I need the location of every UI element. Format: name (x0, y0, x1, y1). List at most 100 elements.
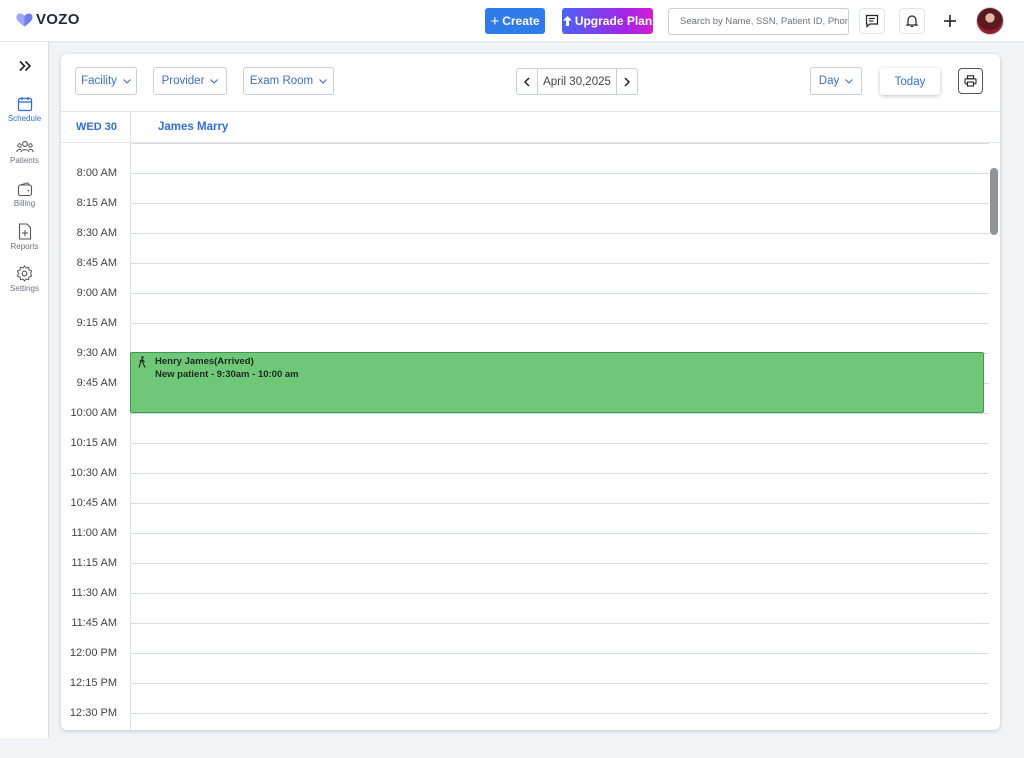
heart-logo-icon (16, 13, 33, 26)
provider-column-title: James Marry (158, 121, 229, 133)
chevron-right-icon (624, 76, 630, 87)
exam-room-label: Exam Room (249, 75, 314, 87)
printer-icon (964, 75, 977, 87)
current-date[interactable]: April 30,2025 (538, 69, 616, 94)
create-button[interactable]: + Create (485, 8, 545, 34)
previous-day-button[interactable] (517, 69, 538, 94)
chevron-down-icon (210, 78, 219, 84)
time-label: 12:00 PM (69, 647, 117, 659)
sidebar-expand-button[interactable] (14, 60, 36, 78)
plus-icon: + (490, 12, 500, 30)
appointment-block[interactable]: Henry James(Arrived) New patient - 9:30a… (130, 352, 984, 413)
next-day-button[interactable] (616, 69, 637, 94)
slot-line (131, 533, 989, 534)
time-label: 8:00 AM (76, 167, 117, 179)
arrow-up-icon (562, 16, 572, 26)
calendar-header: WED 30 James Marry (61, 112, 1000, 143)
sidebar-item-label: Schedule (7, 114, 42, 123)
time-label: 8:45 AM (76, 257, 117, 269)
time-label: 9:15 AM (76, 317, 117, 329)
slot-line (131, 233, 989, 234)
appointment-detail: New patient - 9:30am - 10:00 am (155, 369, 299, 380)
user-avatar[interactable] (976, 7, 1004, 35)
time-label: 8:15 AM (76, 197, 117, 209)
slot-line (131, 413, 989, 414)
sidebar-item-reports[interactable]: Reports (0, 223, 49, 251)
vertical-scrollbar[interactable] (990, 168, 998, 235)
time-label: 9:00 AM (76, 287, 117, 299)
facility-dropdown[interactable]: Facility (75, 67, 137, 95)
view-dropdown[interactable]: Day (810, 67, 862, 95)
create-label: Create (502, 14, 540, 28)
provider-label: Provider (161, 75, 205, 87)
plus-icon (944, 15, 956, 27)
print-button[interactable] (958, 68, 983, 94)
slot-line (131, 203, 989, 204)
sidebar-item-billing[interactable]: Billing (0, 182, 49, 208)
sidebar-item-label: Patients (10, 156, 39, 165)
facility-label: Facility (81, 75, 117, 87)
time-label: 10:45 AM (70, 497, 117, 509)
time-label: 12:30 PM (69, 707, 117, 719)
sidebar-item-schedule[interactable]: Schedule (0, 96, 49, 123)
time-label: 11:45 AM (71, 617, 117, 629)
chevron-down-icon (319, 78, 328, 84)
schedule-card: Facility Provider Exam Room April 30,202… (61, 54, 1000, 730)
upgrade-plan-button[interactable]: Upgrade Plan (562, 8, 653, 34)
time-label: 10:30 AM (70, 467, 117, 479)
provider-dropdown[interactable]: Provider (153, 67, 227, 95)
sidebar-item-label: Billing (13, 199, 36, 208)
report-icon (18, 223, 31, 240)
slot-line (131, 503, 989, 504)
exam-room-dropdown[interactable]: Exam Room (243, 67, 334, 95)
slot-line (131, 593, 989, 594)
day-label: WED 30 (76, 121, 117, 133)
wallet-icon (17, 182, 32, 197)
view-label: Day (818, 75, 840, 87)
chevron-down-icon (845, 78, 854, 84)
search-input[interactable]: Search by Name, SSN, Patient ID, Phone (668, 8, 849, 35)
search-placeholder: Search by Name, SSN, Patient ID, Phone (680, 16, 849, 27)
sidebar-item-patients[interactable]: Patients (0, 140, 49, 165)
vozo-logo[interactable]: VOZO (16, 11, 80, 28)
date-navigator: April 30,2025 (516, 68, 638, 95)
slot-line (131, 443, 989, 444)
slot-line (131, 713, 989, 714)
calendar-icon (17, 97, 32, 112)
time-label: 9:45 AM (76, 377, 117, 389)
time-label: 11:15 AM (71, 557, 117, 569)
slot-line (131, 323, 989, 324)
time-grid: 8:00 AM 8:15 AM 8:30 AM 8:45 AM 9:00 AM 9:15 … (61, 143, 1000, 730)
users-icon (15, 141, 34, 153)
notifications-button[interactable] (899, 8, 925, 34)
sidebar: Schedule Patients Billing Reports Settin… (0, 42, 49, 738)
slot-line (131, 263, 989, 264)
chevron-down-icon (123, 78, 131, 84)
time-label: 10:15 AM (70, 437, 117, 449)
filter-bar: Facility Provider Exam Room April 30,202… (61, 54, 1000, 112)
today-button[interactable]: Today (880, 68, 940, 95)
time-label: 12:15 PM (69, 677, 117, 689)
time-label: 8:30 AM (76, 227, 117, 239)
slot-line (131, 293, 989, 294)
messages-button[interactable] (859, 8, 885, 34)
slot-line (131, 623, 989, 624)
slot-line (131, 143, 989, 144)
gear-icon (16, 265, 33, 282)
time-label: 10:00 AM (70, 407, 117, 419)
slot-line (131, 683, 989, 684)
slot-line (131, 653, 989, 654)
slot-line (131, 473, 989, 474)
time-label: 11:00 AM (71, 527, 117, 539)
upgrade-label: Upgrade Plan (574, 14, 653, 28)
chevron-left-icon (524, 76, 530, 87)
walking-person-icon (138, 356, 146, 368)
sidebar-item-label: Settings (10, 284, 39, 293)
sidebar-item-settings[interactable]: Settings (0, 265, 49, 293)
message-icon (865, 14, 879, 28)
sidebar-item-label: Reports (10, 242, 39, 251)
time-label: 9:30 AM (76, 347, 117, 359)
quick-add-button[interactable] (937, 8, 963, 34)
time-label: 11:30 AM (71, 587, 117, 599)
double-chevron-right-icon (19, 60, 32, 72)
